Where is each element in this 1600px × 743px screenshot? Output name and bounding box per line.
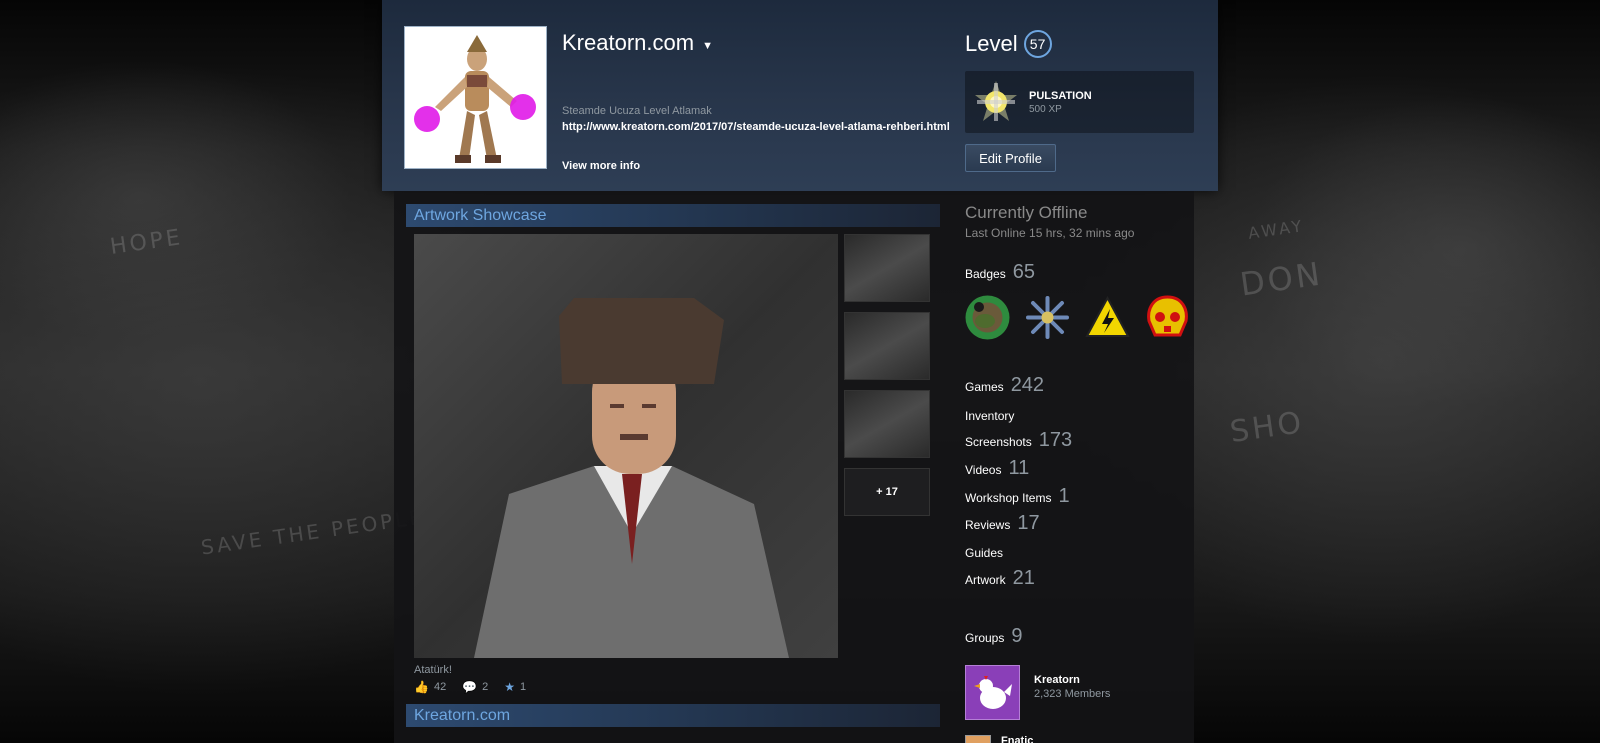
comment-icon: 💬 bbox=[462, 680, 478, 694]
group-avatar[interactable] bbox=[965, 735, 991, 743]
view-more-info-link[interactable]: View more info bbox=[562, 160, 640, 172]
artwork-comments[interactable]: 💬 2 bbox=[462, 680, 488, 694]
artwork-thumbnail[interactable] bbox=[844, 390, 930, 458]
profile-summary-text: Steamde Ucuza Level Atlamak bbox=[562, 105, 712, 117]
badges-row bbox=[965, 295, 1190, 340]
group-avatar[interactable] bbox=[965, 665, 1020, 720]
videos-count-link[interactable]: Videos 11 bbox=[965, 457, 1029, 480]
shell-skull-badge-icon[interactable] bbox=[1145, 295, 1190, 340]
high-voltage-badge-icon[interactable] bbox=[1085, 295, 1130, 340]
games-count: 242 bbox=[1010, 374, 1045, 396]
chevron-down-icon: ▼ bbox=[702, 40, 713, 52]
group-name[interactable]: Fnatic bbox=[1001, 735, 1033, 743]
workshop-count: 1 bbox=[1058, 485, 1070, 507]
favorite-badge-xp: 500 XP bbox=[1029, 103, 1062, 115]
profile-header: Kreatorn.com ▼ Steamde Ucuza Level Atlam… bbox=[382, 0, 1218, 191]
bg-scrawl-don: DON bbox=[1237, 254, 1326, 304]
artwork-main-image[interactable] bbox=[414, 234, 838, 658]
artwork-showcase: Artwork Showcase + 17 Atatürk! 👍 42 💬 2 … bbox=[406, 204, 940, 694]
thumbs-up-icon: 👍 bbox=[414, 680, 429, 694]
profile-summary-link[interactable]: http://www.kreatorn.com/2017/07/steamde-… bbox=[562, 121, 950, 133]
artwork-thumbnail[interactable] bbox=[844, 234, 930, 302]
artwork-count: 21 bbox=[1012, 567, 1035, 589]
badges-count: 65 bbox=[1012, 261, 1035, 283]
more-artwork-button[interactable]: + 17 bbox=[844, 468, 930, 516]
bg-scrawl-away: AWAY bbox=[1246, 216, 1306, 243]
videos-label: Videos bbox=[965, 463, 1002, 477]
level-display: Level 57 bbox=[965, 30, 1052, 58]
badges-count-link[interactable]: Badges 65 bbox=[965, 261, 1035, 284]
guides-label: Guides bbox=[965, 546, 1004, 560]
persona-name[interactable]: Kreatorn.com ▼ bbox=[562, 30, 713, 56]
group-name[interactable]: Kreatorn bbox=[1034, 674, 1110, 686]
artwork-label: Artwork bbox=[965, 573, 1006, 587]
favorite-badge[interactable]: PULSATION 500 XP bbox=[965, 71, 1194, 133]
bg-scrawl-sho: SHO bbox=[1227, 405, 1307, 450]
award-icon: ★ bbox=[504, 680, 516, 694]
games-label: Games bbox=[965, 380, 1004, 394]
reviews-count-link[interactable]: Reviews 17 bbox=[965, 512, 1040, 535]
awards-count: 1 bbox=[520, 681, 527, 693]
artwork-caption: Atatürk! bbox=[414, 664, 452, 676]
screenshots-count: 173 bbox=[1038, 429, 1073, 451]
groups-count-link[interactable]: Groups 9 bbox=[965, 625, 1022, 648]
games-count-link[interactable]: Games 242 bbox=[965, 374, 1044, 397]
snowflake-badge-icon[interactable] bbox=[1025, 295, 1070, 340]
edit-profile-button[interactable]: Edit Profile bbox=[965, 144, 1056, 172]
group-item[interactable]: Fnatic bbox=[965, 735, 1033, 743]
artwork-thumbnails: + 17 bbox=[844, 234, 930, 516]
videos-count: 11 bbox=[1008, 457, 1030, 479]
artwork-likes[interactable]: 👍 42 bbox=[414, 680, 446, 694]
workshop-label: Workshop Items bbox=[965, 491, 1052, 505]
comments-count: 2 bbox=[482, 681, 489, 693]
level-badge[interactable]: 57 bbox=[1023, 30, 1052, 58]
artwork-awards[interactable]: ★ 1 bbox=[504, 680, 526, 694]
groups-label: Groups bbox=[965, 631, 1005, 645]
profile-avatar[interactable] bbox=[404, 26, 547, 169]
likes-count: 42 bbox=[433, 681, 447, 693]
favorite-badge-name: PULSATION bbox=[1029, 89, 1092, 102]
reviews-count: 17 bbox=[1017, 512, 1040, 534]
level-label: Level bbox=[965, 31, 1018, 56]
last-online-text: Last Online 15 hrs, 32 mins ago bbox=[965, 226, 1135, 240]
artwork-showcase-title: Artwork Showcase bbox=[406, 204, 940, 227]
badges-label: Badges bbox=[965, 267, 1006, 281]
reviews-label: Reviews bbox=[965, 518, 1011, 532]
group-item[interactable]: Kreatorn 2,323 Members bbox=[965, 665, 1110, 720]
pulsation-badge-icon bbox=[975, 81, 1017, 121]
screenshots-label: Screenshots bbox=[965, 435, 1032, 449]
turtle-badge-icon[interactable] bbox=[965, 295, 1010, 340]
artwork-stats: 👍 42 💬 2 ★ 1 bbox=[414, 680, 526, 694]
bg-scrawl-hope: HOPE bbox=[108, 225, 185, 260]
screenshots-count-link[interactable]: Screenshots 173 bbox=[965, 429, 1072, 452]
artwork-count-link[interactable]: Artwork 21 bbox=[965, 567, 1035, 590]
online-status: Currently Offline bbox=[965, 203, 1088, 222]
workshop-count-link[interactable]: Workshop Items 1 bbox=[965, 485, 1070, 508]
inventory-label: Inventory bbox=[965, 409, 1015, 423]
profile-page: Kreatorn.com ▼ Steamde Ucuza Level Atlam… bbox=[382, 0, 1218, 743]
inventory-link[interactable]: Inventory bbox=[965, 409, 1014, 423]
group-showcase-title[interactable]: Kreatorn.com bbox=[406, 704, 940, 727]
guides-link[interactable]: Guides bbox=[965, 546, 1003, 560]
groups-count: 9 bbox=[1011, 625, 1023, 647]
persona-name-text: Kreatorn.com bbox=[562, 30, 695, 55]
artwork-thumbnail[interactable] bbox=[844, 312, 930, 380]
group-members: 2,323 Members bbox=[1034, 688, 1111, 700]
